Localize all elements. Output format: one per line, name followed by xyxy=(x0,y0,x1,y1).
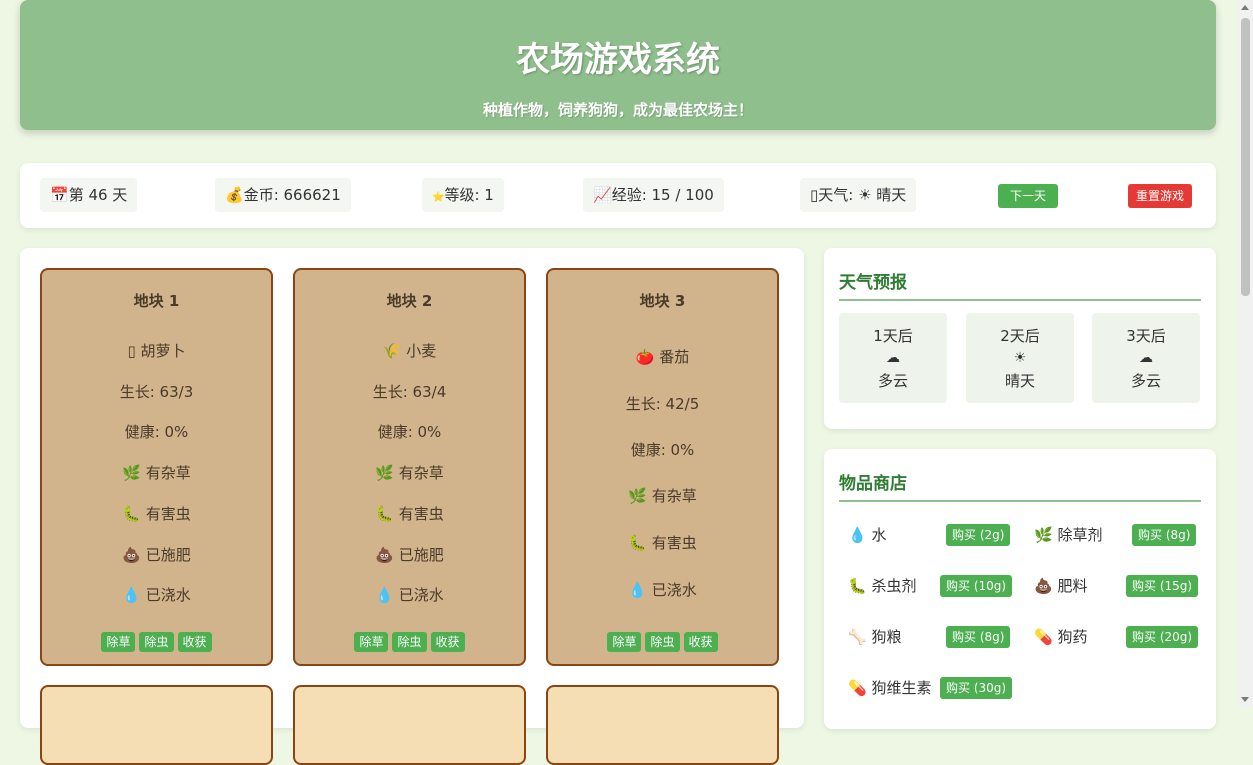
gold-counter: 💰金币: 666621 xyxy=(215,178,351,212)
plot-1[interactable]: 地块 1 ▯ 胡萝卜 生长: 63/3 健康: 0% 🌿 有杂草 🐛 有害虫 💩… xyxy=(40,268,273,666)
forecast-day-2: 2天后 ☀ 晴天 xyxy=(966,313,1074,403)
buy-water-button[interactable]: 购买 (2g) xyxy=(946,524,1011,546)
star-icon: ⭐ xyxy=(432,192,445,203)
plot-4[interactable] xyxy=(40,685,273,765)
pest-button[interactable]: 除虫 xyxy=(139,632,174,652)
plot-crop: 🌾 小麦 xyxy=(382,342,437,360)
weather-forecast-panel: 天气预报 1天后 ☁ 多云 2天后 ☀ 晴天 3天后 ☁ 多云 xyxy=(824,248,1216,429)
cloud-icon: ☁ xyxy=(1139,350,1153,366)
plot-crop: 🍅 番茄 xyxy=(635,348,690,366)
forecast-day-label: 1天后 xyxy=(873,327,913,345)
page-header: 农场游戏系统 种植作物，饲养狗狗，成为最佳农场主！ xyxy=(20,0,1216,130)
buy-dog-food-button[interactable]: 购买 (8g) xyxy=(946,626,1011,648)
plot-pests: 🐛 有害虫 xyxy=(375,505,444,523)
plot-title: 地块 3 xyxy=(639,292,686,310)
calendar-icon: 📅 xyxy=(50,186,69,204)
harvest-button[interactable]: 收获 xyxy=(430,632,465,652)
plot-pests: 🐛 有害虫 xyxy=(628,534,697,552)
page: 农场游戏系统 种植作物，饲养狗狗，成为最佳农场主！ 📅第 46 天 💰金币: 6… xyxy=(20,0,1216,765)
pest-button[interactable]: 除虫 xyxy=(645,632,680,652)
buy-herbicide-button[interactable]: 购买 (8g) xyxy=(1132,524,1197,546)
plot-title: 地块 1 xyxy=(133,292,180,310)
scrollbar-thumb[interactable] xyxy=(1241,18,1250,296)
reset-game-button[interactable]: 重置游戏 xyxy=(1128,184,1193,208)
weather-forecast-title: 天气预报 xyxy=(839,268,1201,301)
plot-crop: ▯ 胡萝卜 xyxy=(127,342,186,360)
forecast-day-label: 2天后 xyxy=(1000,327,1040,345)
plot-weeds: 🌿 有杂草 xyxy=(122,464,191,482)
pest-button[interactable]: 除虫 xyxy=(392,632,427,652)
forecast-condition: 多云 xyxy=(877,372,908,390)
shop-item-dog-medicine: 💊 狗药 xyxy=(1034,628,1088,646)
shop-item-pesticide: 🐛 杀虫剂 xyxy=(848,577,917,595)
plot-growth: 生长: 63/4 xyxy=(372,383,447,401)
farm-grid: 地块 1 ▯ 胡萝卜 生长: 63/3 健康: 0% 🌿 有杂草 🐛 有害虫 💩… xyxy=(20,248,804,765)
shop-item-water: 💧 水 xyxy=(848,526,887,544)
shop-item-fertilizer: 💩 肥料 xyxy=(1034,577,1088,595)
level-text: 等级: 1 xyxy=(444,186,494,204)
buy-fertilizer-button[interactable]: 购买 (15g) xyxy=(1126,575,1199,597)
plot-health: 健康: 0% xyxy=(630,441,695,459)
level-counter: ⭐等级: 1 xyxy=(422,178,504,212)
shop-item-dog-food: 🦴 狗粮 xyxy=(848,628,902,646)
scroll-down-arrow-icon[interactable] xyxy=(1241,697,1249,702)
plot-pests: 🐛 有害虫 xyxy=(122,505,191,523)
plot-actions: 除草 除虫 收获 xyxy=(42,632,271,652)
buy-dog-vitamin-button[interactable]: 购买 (30g) xyxy=(940,677,1013,699)
plot-fertilized: 💩 已施肥 xyxy=(122,546,191,564)
forecast-day-label: 3天后 xyxy=(1126,327,1166,345)
plot-5[interactable] xyxy=(293,685,526,765)
weed-button[interactable]: 除草 xyxy=(607,632,642,652)
forecast-condition: 晴天 xyxy=(1004,372,1035,390)
status-bar: 📅第 46 天 💰金币: 666621 ⭐等级: 1 📈经验: 15 / 100… xyxy=(20,163,1216,228)
plot-health: 健康: 0% xyxy=(377,423,442,441)
plot-watered: 💧 已浇水 xyxy=(628,581,697,599)
exp-text: 经验: 15 / 100 xyxy=(611,186,714,204)
weather-status: ▯天气: ☀ 晴天 xyxy=(800,178,917,212)
plot-actions: 除草 除虫 收获 xyxy=(295,632,524,652)
next-day-button[interactable]: 下一天 xyxy=(998,184,1059,208)
weed-button[interactable]: 除草 xyxy=(354,632,389,652)
page-subtitle: 种植作物，饲养狗狗，成为最佳农场主！ xyxy=(482,101,753,119)
plot-6[interactable] xyxy=(546,685,779,765)
weather-text: 天气: ☀ 晴天 xyxy=(818,186,907,204)
cloud-icon: ☁ xyxy=(886,350,900,366)
harvest-button[interactable]: 收获 xyxy=(683,632,718,652)
plot-growth: 生长: 42/5 xyxy=(625,395,700,413)
weed-button[interactable]: 除草 xyxy=(101,632,136,652)
plot-watered: 💧 已浇水 xyxy=(122,586,191,604)
plot-weeds: 🌿 有杂草 xyxy=(628,487,697,505)
buy-pesticide-button[interactable]: 购买 (10g) xyxy=(940,575,1013,597)
shop-item-dog-vitamin: 💊 狗维生素 xyxy=(848,679,932,697)
plot-health: 健康: 0% xyxy=(124,423,189,441)
plot-title: 地块 2 xyxy=(386,292,433,310)
shop-item-herbicide: 🌿 除草剂 xyxy=(1034,526,1103,544)
page-scrollbar[interactable] xyxy=(1238,0,1253,707)
plot-actions: 除草 除虫 收获 xyxy=(548,632,777,652)
exp-counter: 📈经验: 15 / 100 xyxy=(583,178,724,212)
page-title: 农场游戏系统 xyxy=(516,40,720,80)
harvest-button[interactable]: 收获 xyxy=(177,632,212,652)
sun-icon: ☀ xyxy=(1013,350,1027,366)
money-bag-icon: 💰 xyxy=(225,186,244,204)
plot-2[interactable]: 地块 2 🌾 小麦 生长: 63/4 健康: 0% 🌿 有杂草 🐛 有害虫 💩 … xyxy=(293,268,526,666)
forecast-day-1: 1天后 ☁ 多云 xyxy=(839,313,947,403)
buy-dog-medicine-button[interactable]: 购买 (20g) xyxy=(1126,626,1199,648)
day-counter: 📅第 46 天 xyxy=(40,178,138,212)
forecast-condition: 多云 xyxy=(1130,372,1161,390)
plot-3[interactable]: 地块 3 🍅 番茄 生长: 42/5 健康: 0% 🌿 有杂草 🐛 有害虫 💧 … xyxy=(546,268,779,666)
gold-text: 金币: 666621 xyxy=(243,186,341,204)
plot-fertilized: 💩 已施肥 xyxy=(375,546,444,564)
chart-icon: 📈 xyxy=(593,186,612,204)
forecast-day-3: 3天后 ☁ 多云 xyxy=(1092,313,1200,403)
shop-title: 物品商店 xyxy=(839,469,1201,502)
plot-watered: 💧 已浇水 xyxy=(375,586,444,604)
day-text: 第 46 天 xyxy=(68,186,128,204)
shop-panel: 物品商店 💧 水 购买 (2g) 🌿 除草剂 购买 (8g) 🐛 杀虫剂 购买 … xyxy=(824,449,1216,729)
plot-growth: 生长: 63/3 xyxy=(119,383,194,401)
plot-weeds: 🌿 有杂草 xyxy=(375,464,444,482)
scroll-up-arrow-icon[interactable] xyxy=(1241,5,1249,10)
